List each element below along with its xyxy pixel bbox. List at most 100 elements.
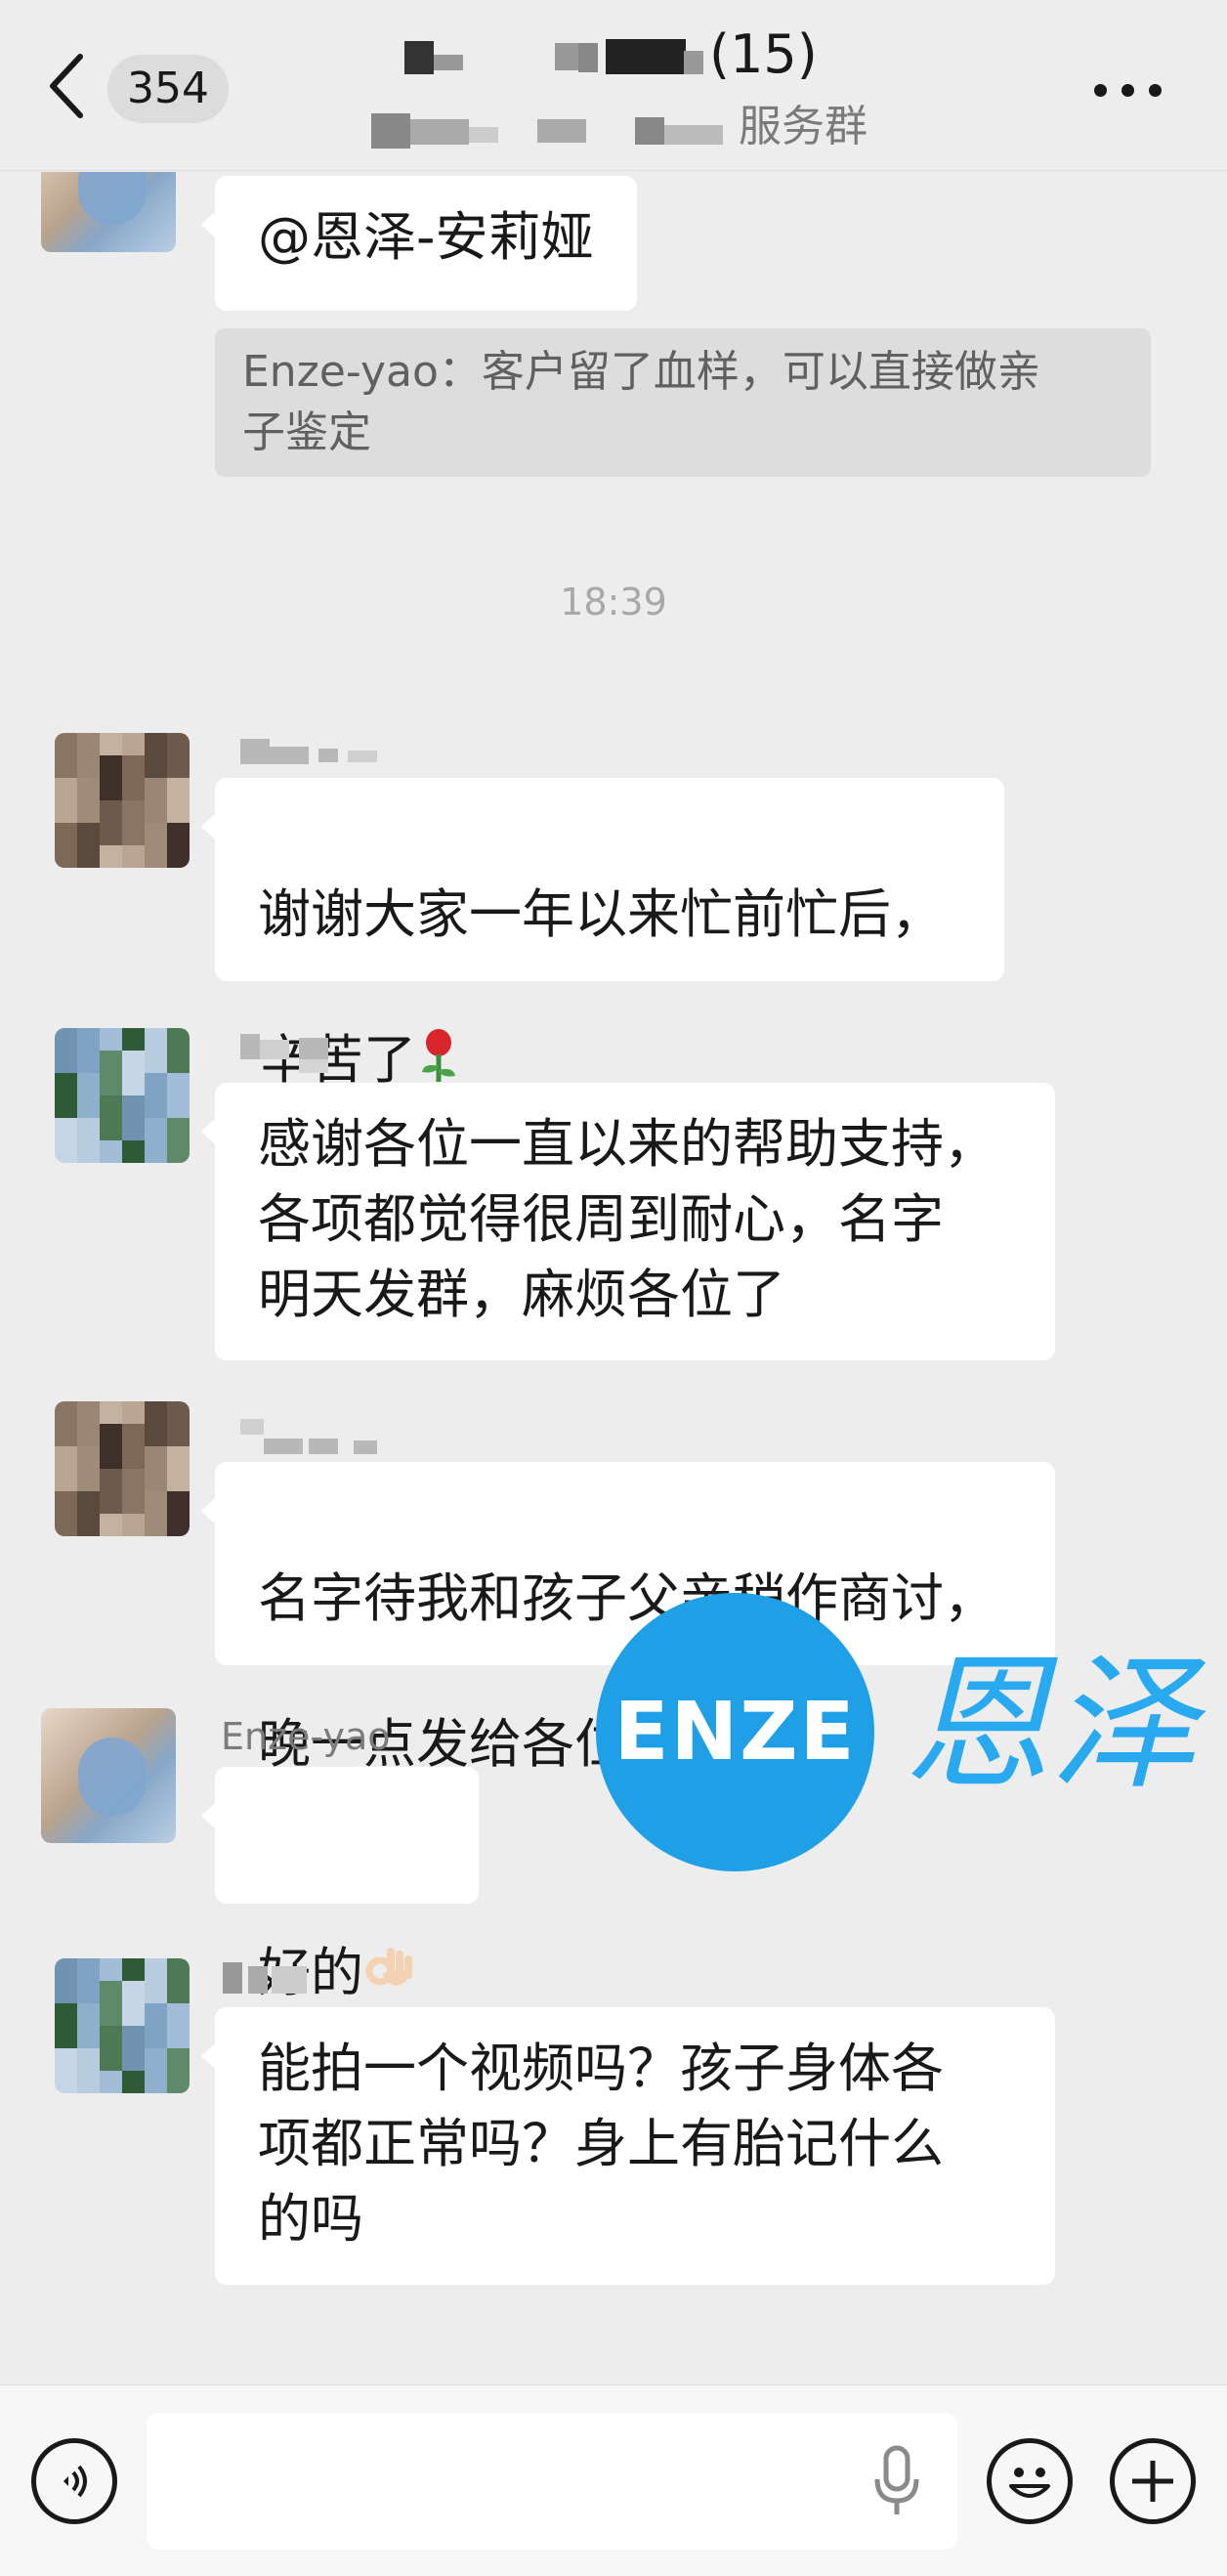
avatar-tile	[122, 1140, 145, 1163]
avatar-tile	[145, 845, 167, 868]
avatar-tile	[55, 1140, 77, 1163]
avatar-tile	[122, 733, 145, 755]
avatar-tile	[55, 2026, 77, 2048]
message-bubble[interactable]: 感谢各位一直以来的帮助支持， 各项都觉得很周到耐心，名字 明天发群，麻烦各位了	[201, 1083, 1055, 1360]
avatar-tile	[55, 778, 77, 800]
avatar-tile	[77, 755, 100, 778]
watermark-text: 恩泽	[904, 1640, 1198, 1810]
avatar-tile	[167, 800, 190, 823]
avatar[interactable]	[55, 1958, 190, 2093]
avatar-tile	[77, 1469, 100, 1491]
avatar-tile	[167, 1958, 190, 1981]
more-options-button[interactable]	[1094, 78, 1172, 107]
avatar-tile	[167, 1095, 190, 1118]
avatar-tile	[122, 1446, 145, 1469]
rose-icon	[416, 952, 461, 1103]
avatar-tile	[167, 1469, 190, 1491]
chat-subtitle: 服务群	[371, 98, 879, 156]
avatar-tile	[55, 1073, 77, 1095]
avatar-tile	[145, 1958, 167, 1981]
avatar-tile	[100, 1140, 122, 1163]
member-count: (15)	[709, 23, 818, 85]
avatar-tile	[167, 823, 190, 845]
avatar-tile	[77, 733, 100, 755]
avatar-tile	[145, 823, 167, 845]
voice-toggle-button[interactable]	[31, 2438, 117, 2524]
avatar-tile	[167, 2071, 190, 2093]
message-bubble[interactable]: 能拍一个视频吗？孩子身体各 项都正常吗？身上有胎记什么 的吗	[201, 2007, 1055, 2285]
avatar[interactable]	[41, 1708, 176, 1843]
avatar-tile	[122, 2003, 145, 2026]
message-input[interactable]	[147, 2413, 957, 2550]
plus-icon	[1132, 2461, 1173, 2502]
avatar-tile	[122, 823, 145, 845]
avatar-tile	[55, 823, 77, 845]
mic-button[interactable]	[869, 2444, 924, 2518]
avatar-tile	[145, 755, 167, 778]
avatar-tile	[167, 2048, 190, 2071]
avatar-tile	[122, 2048, 145, 2071]
chat-header: 354 (15) 服务群	[0, 0, 1227, 171]
avatar-tile	[77, 2003, 100, 2026]
avatar[interactable]	[55, 733, 190, 868]
avatar-tile	[100, 1469, 122, 1491]
message-bubble[interactable]: @恩泽-安莉娅	[201, 176, 637, 311]
message-bubble[interactable]: 好的	[201, 1767, 479, 2003]
avatar-tile	[167, 1028, 190, 1051]
avatar-tile	[77, 823, 100, 845]
avatar-tile	[145, 1514, 167, 1536]
message-bubble[interactable]: 谢谢大家一年以来忙前忙后， 辛苦了	[201, 778, 1004, 1091]
avatar-tile	[145, 733, 167, 755]
ok-hand-icon	[363, 1866, 414, 2016]
avatar-tile	[122, 1028, 145, 1051]
avatar-tile	[55, 2071, 77, 2093]
avatar[interactable]	[55, 1401, 190, 1536]
avatar-tile	[100, 2003, 122, 2026]
avatar-tile	[122, 800, 145, 823]
avatar-tile	[100, 778, 122, 800]
avatar-tile	[100, 1491, 122, 1514]
plus-button[interactable]	[1110, 2438, 1196, 2524]
unread-count-badge[interactable]: 354	[107, 55, 229, 123]
avatar-tile	[122, 1958, 145, 1981]
emoji-icon	[1009, 2468, 1050, 2498]
avatar-tile	[55, 1401, 77, 1424]
avatar-tile	[55, 1514, 77, 1536]
avatar[interactable]	[55, 1028, 190, 1163]
avatar-tile	[55, 755, 77, 778]
avatar-tile	[55, 1491, 77, 1514]
avatar-tile	[100, 1424, 122, 1446]
emoji-button[interactable]	[987, 2438, 1073, 2524]
avatar-tile	[55, 733, 77, 755]
avatar-tile	[100, 2048, 122, 2071]
avatar-tile	[167, 755, 190, 778]
avatar-tile	[55, 800, 77, 823]
avatar-tile	[122, 1424, 145, 1446]
avatar-tile	[77, 1140, 100, 1163]
avatar-tile	[100, 1446, 122, 1469]
subtitle-text: 服务群	[739, 102, 867, 151]
avatar-tile	[77, 845, 100, 868]
watermark-logo: ENZE	[596, 1593, 874, 1871]
avatar-tile	[145, 1491, 167, 1514]
avatar-tile	[100, 823, 122, 845]
input-bar	[0, 2384, 1227, 2576]
avatar-tile	[100, 755, 122, 778]
avatar-tile	[122, 778, 145, 800]
avatar-tile	[77, 1491, 100, 1514]
avatar-tile	[122, 1514, 145, 1536]
avatar-tile	[145, 1446, 167, 1469]
avatar-tile	[100, 1028, 122, 1051]
avatar-tile	[122, 845, 145, 868]
avatar-tile	[100, 733, 122, 755]
quoted-message[interactable]: Enze-yao：客户留了血样，可以直接做亲 子鉴定	[215, 328, 1151, 477]
chat-title[interactable]: (15)	[391, 21, 850, 90]
avatar-tile	[122, 1469, 145, 1491]
avatar-tile	[100, 1118, 122, 1140]
avatar-tile	[122, 1118, 145, 1140]
avatar-tile	[145, 800, 167, 823]
back-button[interactable]	[45, 51, 104, 129]
avatar-tile	[167, 1073, 190, 1095]
avatar-tile	[122, 1401, 145, 1424]
avatar-tile	[122, 2071, 145, 2093]
